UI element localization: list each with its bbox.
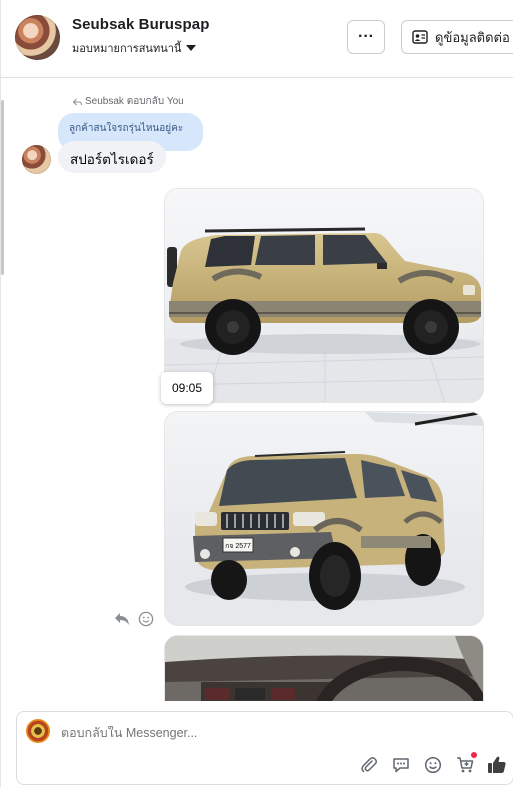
attach-button[interactable] bbox=[359, 755, 379, 775]
license-plate: กจ 2577 bbox=[225, 543, 251, 550]
reply-note-text: Seubsak ตอบกลับ You bbox=[85, 96, 184, 107]
gold-suv-side-view-image bbox=[165, 189, 483, 402]
conversation-header: Seubsak Buruspap มอบหมายการสนทนานี้ ··· … bbox=[1, 0, 513, 78]
reply-arrow-icon bbox=[73, 98, 82, 105]
gold-suv-front-view-image: กจ 2577 bbox=[165, 412, 483, 625]
paperclip-icon bbox=[361, 757, 377, 773]
photo-message-3[interactable] bbox=[164, 635, 484, 701]
incoming-message-bubble[interactable]: สปอร์ตไรเดอร์ bbox=[58, 141, 166, 173]
emoji-icon bbox=[424, 756, 442, 774]
saved-replies-button[interactable] bbox=[391, 755, 411, 775]
react-emoji-icon[interactable] bbox=[138, 611, 154, 627]
reply-composer bbox=[16, 711, 513, 785]
chevron-down-icon bbox=[186, 45, 197, 51]
reply-input[interactable] bbox=[61, 726, 361, 740]
page-avatar bbox=[26, 719, 50, 743]
contact-avatar[interactable] bbox=[15, 15, 60, 60]
like-button[interactable] bbox=[487, 755, 507, 775]
message-list[interactable]: Seubsak ตอบกลับ You ลูกค้าสนใจรถรุ่นไหนอ… bbox=[1, 79, 513, 701]
messenger-thread: Seubsak Buruspap มอบหมายการสนทนานี้ ··· … bbox=[0, 0, 513, 787]
message-hover-actions bbox=[114, 611, 154, 627]
photo-message-1[interactable] bbox=[164, 188, 484, 403]
view-contact-info-button[interactable]: ดูข้อมูลติดต่อ bbox=[401, 20, 513, 54]
suv-interior-dashboard-image bbox=[165, 636, 483, 701]
shop-button[interactable] bbox=[455, 752, 477, 775]
cart-icon bbox=[457, 757, 474, 773]
chat-bubble-icon bbox=[393, 758, 409, 773]
photo-message-2[interactable]: กจ 2577 bbox=[164, 411, 484, 626]
reply-icon[interactable] bbox=[114, 612, 130, 626]
photo-timestamp-tooltip: 09:05 bbox=[161, 372, 213, 404]
contact-info-label: ดูข้อมูลติดต่อ bbox=[435, 29, 510, 45]
thumbs-up-icon bbox=[488, 756, 506, 773]
notification-dot bbox=[471, 752, 477, 758]
contact-card-icon bbox=[412, 30, 428, 44]
sender-avatar[interactable] bbox=[22, 145, 51, 174]
reply-note: Seubsak ตอบกลับ You bbox=[73, 94, 184, 109]
composer-toolbar bbox=[359, 752, 507, 775]
more-icon: ··· bbox=[358, 28, 374, 45]
more-options-button[interactable]: ··· bbox=[347, 20, 385, 54]
emoji-button[interactable] bbox=[423, 755, 443, 775]
contact-name[interactable]: Seubsak Buruspap bbox=[72, 16, 209, 33]
assign-label: มอบหมายการสนทนานี้ bbox=[72, 43, 182, 55]
assign-conversation-dropdown[interactable]: มอบหมายการสนทนานี้ bbox=[72, 39, 197, 57]
